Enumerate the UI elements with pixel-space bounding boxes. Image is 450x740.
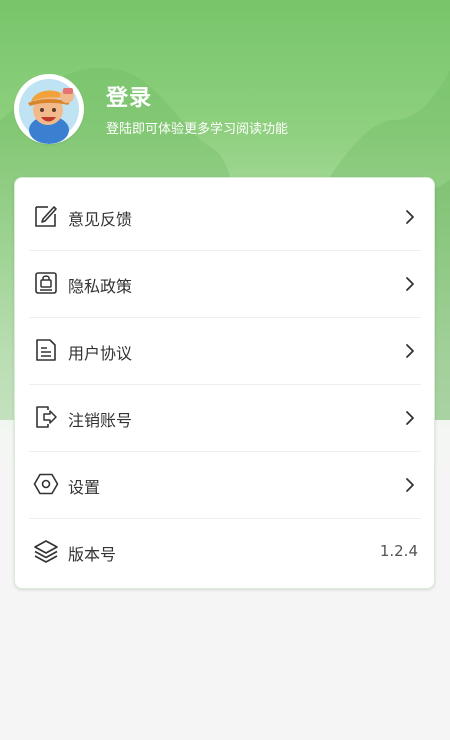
profile-header: 登录 登陆即可体验更多学习阅读功能	[0, 0, 450, 180]
cartoon-boy-avatar-icon	[16, 76, 82, 144]
menu-item-privacy-policy[interactable]: 隐私政策	[15, 250, 436, 317]
chevron-right-icon	[406, 411, 414, 425]
page-title[interactable]: 登录	[106, 80, 152, 112]
chevron-right-icon	[406, 478, 414, 492]
menu-item-label: 设置	[68, 478, 101, 497]
avatar[interactable]	[14, 74, 84, 144]
edit-icon	[35, 206, 57, 227]
logout-icon	[36, 406, 57, 428]
settings-hexagon-icon	[33, 473, 59, 495]
document-icon	[36, 339, 56, 361]
menu-item-user-agreement[interactable]: 用户协议	[15, 317, 436, 384]
version-number: 1.2.4	[379, 542, 418, 560]
privacy-lock-icon	[35, 272, 57, 294]
menu-item-label: 隐私政策	[68, 277, 133, 296]
menu-item-label: 版本号	[68, 545, 117, 564]
layers-icon	[34, 540, 58, 563]
menu-item-label: 意见反馈	[68, 210, 133, 229]
login-hint-text: 登陆即可体验更多学习阅读功能	[106, 122, 289, 137]
chevron-right-icon	[406, 210, 414, 224]
menu-item-label: 用户协议	[68, 344, 133, 363]
menu-card: 意见反馈 隐私政策 用户协议 注销账号 设置 版本号 1.2.4	[14, 177, 435, 589]
menu-item-version: 版本号 1.2.4	[15, 518, 436, 585]
menu-item-label: 注销账号	[68, 411, 133, 430]
menu-item-delete-account[interactable]: 注销账号	[15, 384, 436, 451]
menu-item-feedback[interactable]: 意见反馈	[15, 183, 436, 250]
menu-item-settings[interactable]: 设置	[15, 451, 436, 518]
chevron-right-icon	[406, 344, 414, 358]
chevron-right-icon	[406, 277, 414, 291]
